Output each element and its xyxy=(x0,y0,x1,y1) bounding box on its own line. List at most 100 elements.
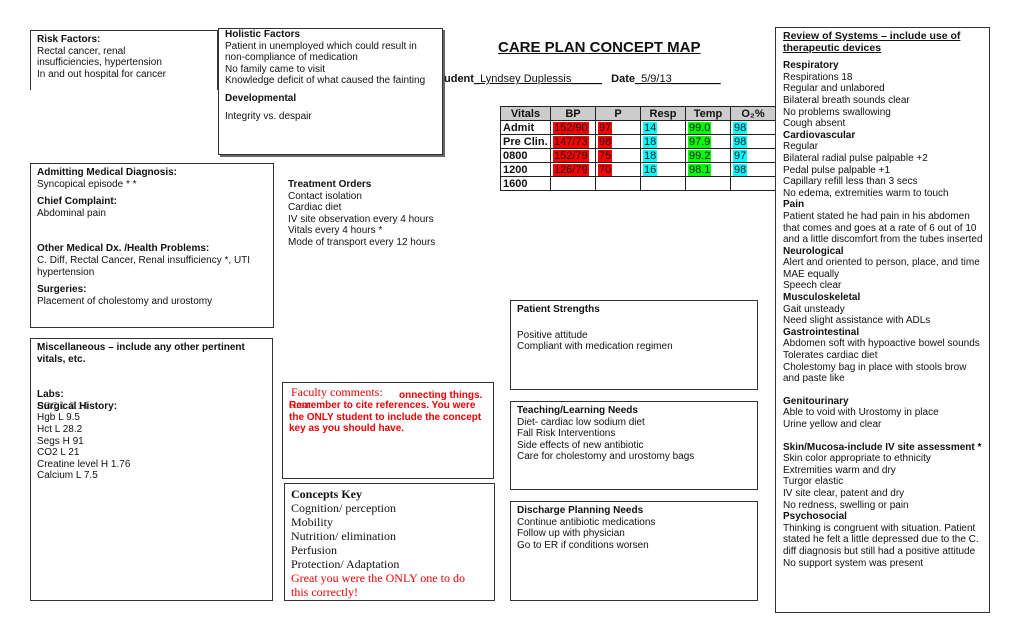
vitals-cell: 126/79 xyxy=(550,162,596,177)
ros-line: that comes and goes at a rate of 6 out o… xyxy=(783,222,977,234)
lab-value: Creatine level H 1.76 xyxy=(37,458,131,470)
treatment-order: Contact isolation xyxy=(288,190,362,202)
ros-line: Cough absent xyxy=(783,118,846,130)
date-label: Date xyxy=(611,73,635,85)
ros-line: Regular xyxy=(783,141,819,153)
vitals-value: 98 xyxy=(733,121,748,134)
holistic-box: Holistic Factors Patient in unemployed w… xyxy=(218,28,443,155)
strength-item: Positive attitude xyxy=(517,329,588,341)
risk-lines: Rectal cancer, renal insufficiencies, hyp… xyxy=(37,46,211,81)
vitals-row: Pre Clin. 147/73 98 18 97.9 98 xyxy=(500,134,776,149)
vitals-cell: 99.2 xyxy=(685,148,731,163)
vitals-value: 98 xyxy=(733,135,748,148)
vitals-value: 97 xyxy=(598,121,613,134)
vitals-value: 98 xyxy=(598,135,613,148)
ros-line: No redness, swelling or pain xyxy=(783,499,909,511)
vitals-cell: 147/73 xyxy=(550,134,596,149)
treatment-order: Cardiac diet xyxy=(288,202,342,214)
student-name: _Lyndsey Duplessis_____ xyxy=(473,73,602,85)
discharge-box: Discharge Planning Needs Continue antibi… xyxy=(510,501,758,601)
vitals-cell xyxy=(640,176,686,191)
teaching-item: Side effects of new antibiotic xyxy=(517,439,644,451)
vitals-header: P xyxy=(595,106,641,121)
ros-line: Cholestomy bag in place with stools brow xyxy=(783,361,967,373)
ros-section-heading: Musculoskeletal xyxy=(783,292,861,304)
vitals-header: O₂% xyxy=(730,106,776,121)
ros-line: No problems swallowing xyxy=(783,106,891,118)
vitals-time: Pre Clin. xyxy=(500,134,551,149)
student-label: udent xyxy=(444,73,474,85)
ros-line: Need slight assistance with ADLs xyxy=(783,315,931,327)
vitals-time: Admit xyxy=(500,120,551,135)
vitals-cell: 98.1 xyxy=(685,162,731,177)
treatment-order: Mode of transport every 12 hours xyxy=(288,236,436,248)
concepts-key-box: Concepts Key Cognition/ perception Mobili… xyxy=(284,483,495,601)
risk-heading: Risk Factors: xyxy=(37,34,101,45)
date-value: _5/9/13________ xyxy=(634,73,721,85)
ros-section-heading: Genitourinary xyxy=(783,395,849,407)
concept-item: Perfusion xyxy=(291,543,337,557)
chief-complaint: Abdominal pain xyxy=(37,207,106,219)
developmental-text: Integrity vs. despair xyxy=(225,110,312,122)
surgical-history-heading: Surgical History: xyxy=(37,400,118,412)
holistic-line: No family came to visit xyxy=(225,63,326,75)
ros-line: and a little discomfort from the tubes i… xyxy=(783,234,983,246)
misc-box: Miscellaneous – include any other pertin… xyxy=(30,338,273,601)
vitals-value: 99.0 xyxy=(688,121,712,134)
holistic-lines: Patient in unemployed which could result… xyxy=(225,41,436,87)
vitals-cell xyxy=(730,176,776,191)
vitals-value: 147/73 xyxy=(553,135,589,148)
vitals-value: 99.2 xyxy=(688,149,712,162)
risk-line: insufficiencies, hypertension xyxy=(37,57,162,69)
vitals-header: BP xyxy=(550,106,596,121)
ros-line: stated he felt a little depressed due to… xyxy=(783,534,979,546)
concept-item: Mobility xyxy=(291,515,334,529)
admit-dx-heading: Admitting Medical Diagnosis: xyxy=(37,167,178,178)
lab-value: CO2 L 21 xyxy=(37,447,80,459)
vitals-header: Resp xyxy=(640,106,686,121)
discharge-item: Go to ER if conditions worsen xyxy=(517,539,649,551)
strengths-heading: Patient Strengths xyxy=(517,304,600,315)
ros-section-heading: Psychosocial xyxy=(783,511,847,523)
ros-section-heading: Respiratory xyxy=(783,60,839,72)
misc-heading: Miscellaneous – include any other pertin… xyxy=(37,342,245,353)
vitals-cell: 97.9 xyxy=(685,134,731,149)
holistic-line: Patient in unemployed which could result… xyxy=(225,40,417,52)
vitals-cell: 98 xyxy=(730,120,776,135)
vitals-row: 1600 xyxy=(500,176,776,191)
vitals-table: Vitals BP P Resp Temp O₂% Admit 152/90 97 14 99.0 9… xyxy=(500,106,776,191)
vitals-value: 98 xyxy=(733,163,748,176)
risk-factors-box: Risk Factors: Rectal cancer, renal insuff… xyxy=(30,30,218,90)
ros-line: Regular and unlabored xyxy=(783,83,885,95)
strength-item: Compliant with medication regimen xyxy=(517,341,673,353)
ros-line: MAE equally xyxy=(783,268,840,280)
discharge-item: Follow up with physician xyxy=(517,528,625,540)
concepts-comment: this correctly! xyxy=(291,585,358,599)
concept-item: Nutrition/ elimination xyxy=(291,529,396,543)
ros-line: Tolerates cardiac diet xyxy=(783,350,878,362)
vitals-time: 1600 xyxy=(500,176,551,191)
vitals-time: 0800 xyxy=(500,148,551,163)
lab-value: Segs H 91 xyxy=(37,435,84,447)
ros-line: IV site clear, patent and dry xyxy=(783,487,905,499)
ros-line: Speech clear xyxy=(783,280,842,292)
ros-line: Pedal pulse palpable +1 xyxy=(783,164,891,176)
teaching-heading: Teaching/Learning Needs xyxy=(517,405,638,416)
ros-line: Urine yellow and clear xyxy=(783,419,882,430)
holistic-heading: Holistic Factors xyxy=(225,29,301,40)
ros-line: Gait unsteady xyxy=(783,303,845,315)
other-dx-line: hypertension xyxy=(37,266,95,278)
vitals-cell: 152/79 xyxy=(550,148,596,163)
vitals-row: 1200 126/79 70 16 98.1 98 xyxy=(500,162,776,177)
risk-line: Rectal cancer, renal xyxy=(37,45,126,57)
treatment-heading: Treatment Orders xyxy=(288,179,372,190)
vitals-cell: 98 xyxy=(730,134,776,149)
ros-line: Patient stated he had pain in his abdome… xyxy=(783,210,970,222)
other-dx-line: C. Diff, Rectal Cancer, Renal insufficie… xyxy=(37,254,251,266)
teaching-item: Fall Risk Interventions xyxy=(517,428,616,440)
faculty-comment-line: Remember to cite references. You were xyxy=(289,400,476,411)
discharge-item: Continue antibiotic medications xyxy=(517,516,656,528)
other-dx-heading: Other Medical Dx. /Health Problems: xyxy=(37,243,210,255)
ros-line: and paste like xyxy=(783,373,845,385)
vitals-cell xyxy=(595,176,641,191)
